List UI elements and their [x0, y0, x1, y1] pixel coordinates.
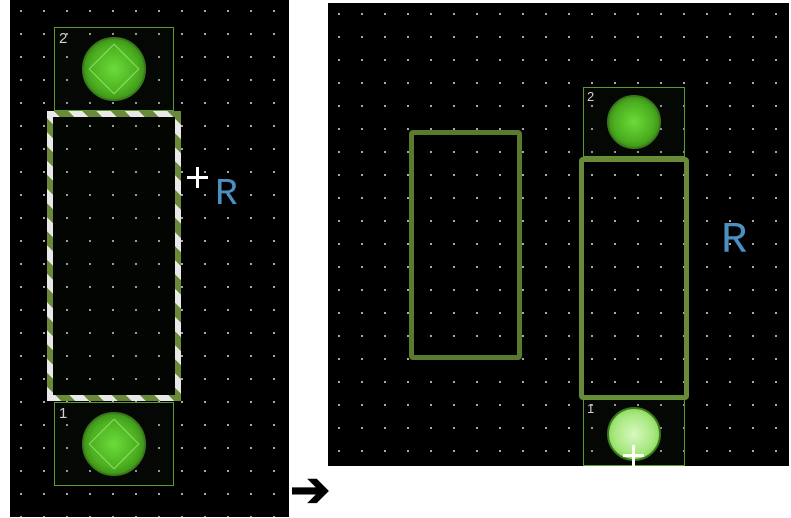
pad-number: 1: [59, 405, 67, 422]
pad-1-circle-highlighted[interactable]: [607, 407, 661, 461]
reference-designator[interactable]: R: [215, 173, 238, 216]
pad-number: 1: [587, 401, 594, 416]
ghost-outline: [409, 130, 522, 360]
arrow-icon: ➔: [290, 462, 330, 518]
editor-canvas-after[interactable]: 2 1 R: [328, 3, 789, 466]
silkscreen-outline-selected[interactable]: [47, 111, 181, 401]
editor-canvas-before[interactable]: 2 1 R: [10, 0, 291, 517]
reference-designator[interactable]: R: [721, 216, 747, 266]
pad-drill-marker: [89, 419, 140, 470]
pad-number: 2: [59, 30, 67, 47]
pad-number: 2: [587, 89, 594, 104]
pad-1-circle[interactable]: [82, 412, 146, 476]
pad-2-circle[interactable]: [82, 37, 146, 101]
silkscreen-outline[interactable]: [579, 157, 689, 400]
grid-dots: [328, 3, 789, 466]
pad-2-circle[interactable]: [607, 95, 661, 149]
pad-drill-marker: [89, 44, 140, 95]
